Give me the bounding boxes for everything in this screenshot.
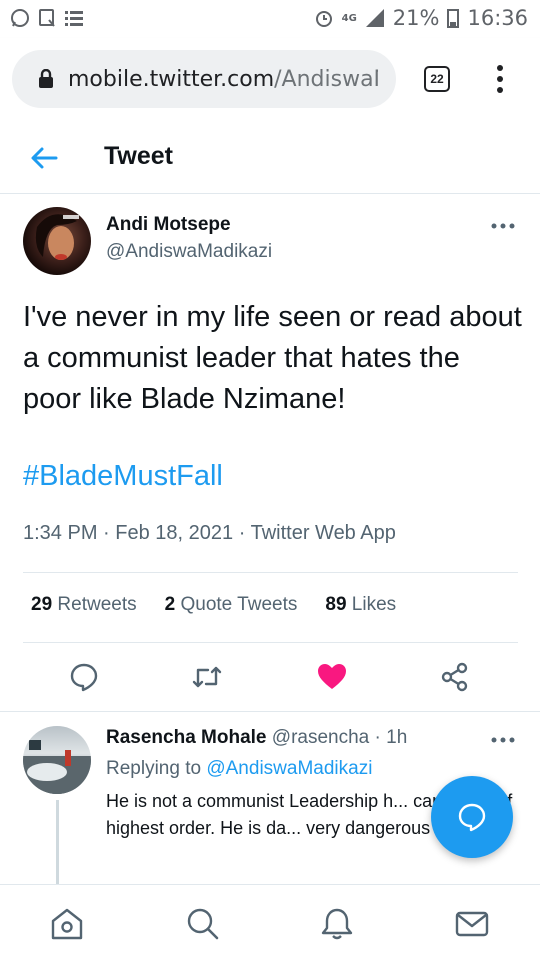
tweet-header: Tweet xyxy=(0,122,540,194)
address-bar[interactable]: mobile.twitter.com/AndiswaMa xyxy=(12,50,396,108)
list-icon xyxy=(65,11,83,26)
tweet-stats: 29 Retweets 2 Quote Tweets 89 Likes xyxy=(31,594,396,616)
arrow-left-icon[interactable] xyxy=(30,146,58,170)
hashtag-link[interactable]: #BladeMustFall xyxy=(23,460,223,493)
signal-icon xyxy=(365,9,384,27)
quotes-label: Quote Tweets xyxy=(180,594,298,615)
reply-author-name[interactable]: Rasencha Mohale xyxy=(106,727,267,748)
browser-menu-icon[interactable] xyxy=(490,64,510,94)
thread-line xyxy=(56,800,59,890)
url-path: /AndiswaMa xyxy=(274,66,378,92)
reply-header: Rasencha Mohale @rasencha · 1h xyxy=(106,727,407,749)
network-type: 4G xyxy=(341,12,357,24)
share-icon[interactable] xyxy=(440,662,470,692)
reply-bubble-icon[interactable] xyxy=(69,662,99,692)
author-name[interactable]: Andi Motsepe xyxy=(106,214,231,236)
clock: 16:36 xyxy=(467,6,528,30)
reply-avatar[interactable] xyxy=(23,726,91,794)
search-icon[interactable] xyxy=(186,907,220,941)
retweets-stat[interactable]: 29 Retweets xyxy=(31,594,137,616)
heart-filled-icon[interactable] xyxy=(317,662,347,692)
alarm-icon xyxy=(315,11,332,27)
reply-more-options-icon[interactable] xyxy=(490,736,516,744)
url-host: mobile.twitter.com xyxy=(68,66,275,92)
divider xyxy=(23,572,518,573)
bottom-nav xyxy=(0,884,540,960)
reply-avatar-image xyxy=(23,740,91,794)
likes-stat[interactable]: 89 Likes xyxy=(325,594,396,616)
whatsapp-icon xyxy=(11,9,29,27)
author-avatar-image xyxy=(35,214,79,260)
likes-label: Likes xyxy=(351,594,397,615)
quotes-count: 2 xyxy=(164,594,176,615)
divider xyxy=(23,642,518,643)
quotes-stat[interactable]: 2 Quote Tweets xyxy=(165,594,298,616)
tweet-text: I've never in my life seen or read about… xyxy=(23,301,522,415)
status-bar: 4G 21% 16:36 xyxy=(0,0,540,38)
status-left-icons xyxy=(10,8,84,28)
meta-separator: · xyxy=(103,522,110,544)
notification-icon xyxy=(39,9,55,27)
tweet-date[interactable]: Feb 18, 2021 xyxy=(115,522,233,544)
tweet-actions xyxy=(0,656,540,702)
retweets-label: Retweets xyxy=(57,594,137,615)
status-right: 4G 21% 16:36 xyxy=(314,6,528,30)
home-icon[interactable] xyxy=(50,907,84,941)
page-title: Tweet xyxy=(104,142,173,170)
replying-prefix: Replying to xyxy=(106,758,202,779)
author-avatar[interactable] xyxy=(23,207,91,275)
tab-switcher-button[interactable]: 22 xyxy=(424,66,450,92)
messages-icon[interactable] xyxy=(455,907,489,941)
tweet-meta: 1:34 PM · Feb 18, 2021 · Twitter Web App xyxy=(23,522,396,545)
lock-icon xyxy=(39,69,53,88)
browser-toolbar: mobile.twitter.com/AndiswaMa 22 xyxy=(0,38,540,122)
retweets-count: 29 xyxy=(31,594,53,615)
author-handle[interactable]: @AndiswaMadikazi xyxy=(106,241,272,263)
retweet-icon[interactable] xyxy=(192,662,222,692)
thread-separator xyxy=(0,711,540,712)
meta-separator: · xyxy=(238,522,246,544)
battery-icon xyxy=(447,9,460,28)
notifications-icon[interactable] xyxy=(320,907,354,941)
battery-percent: 21% xyxy=(392,6,440,30)
reply-author-handle[interactable]: @rasencha xyxy=(272,727,369,748)
compose-reply-button[interactable] xyxy=(431,776,513,858)
reply-age: · 1h xyxy=(374,727,408,748)
more-options-icon[interactable] xyxy=(490,222,516,230)
likes-count: 89 xyxy=(325,594,347,615)
compose-reply-icon xyxy=(458,803,486,832)
tweet-source[interactable]: Twitter Web App xyxy=(251,522,396,544)
tweet-time[interactable]: 1:34 PM xyxy=(23,522,97,544)
replying-to-link[interactable]: @AndiswaMadikazi xyxy=(206,758,372,779)
replying-to: Replying to @AndiswaMadikazi xyxy=(106,758,372,780)
url-text: mobile.twitter.com/AndiswaMa xyxy=(68,67,378,92)
